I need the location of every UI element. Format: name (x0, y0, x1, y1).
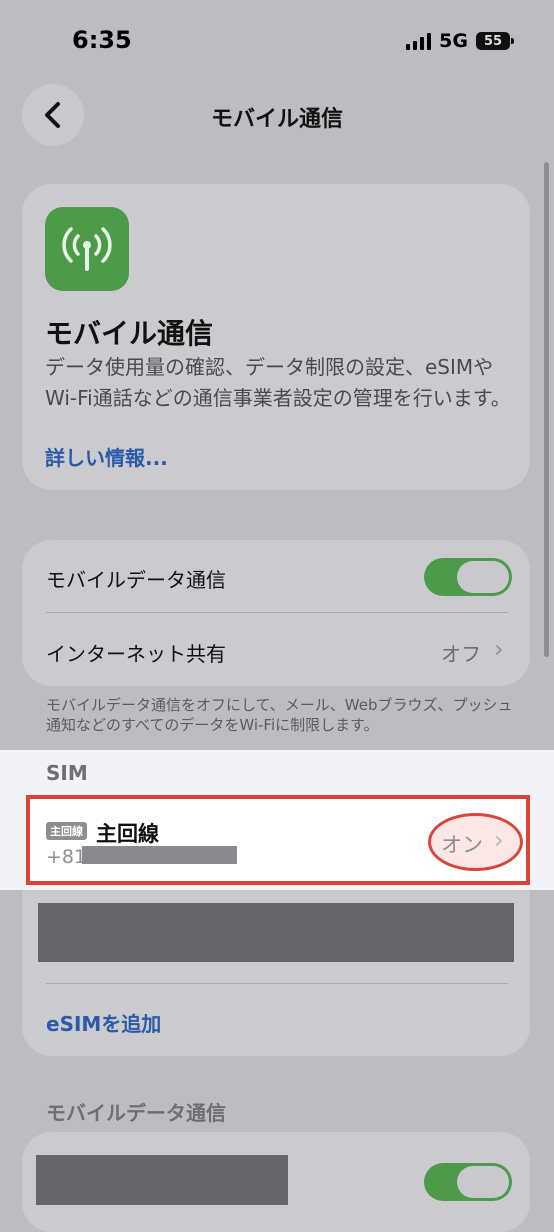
redacted-number (82, 846, 237, 864)
hotspot-label[interactable]: インターネット共有 (46, 638, 226, 667)
cellular-data-toggle[interactable] (424, 1163, 512, 1201)
chevron-right-icon: › (494, 826, 504, 854)
intro-description: データ使用量の確認、データ制限の設定、eSIMやWi-Fi通話などの通信事業者設… (45, 355, 511, 410)
redacted-row (36, 1155, 288, 1205)
chevron-right-icon: › (494, 635, 504, 663)
line-status: オン (441, 833, 483, 857)
mobile-data-section-header: モバイルデータ通信 (46, 1101, 226, 1125)
learn-more-link[interactable]: 詳しい情報... (45, 442, 168, 471)
status-indicators: 5G 55 (406, 30, 514, 52)
sim-section-header: SIM (46, 761, 88, 785)
line-badge: 主回線 (46, 822, 87, 840)
intro-title: モバイル通信 (45, 317, 214, 350)
redacted-row (38, 903, 514, 962)
hotspot-value: オフ (441, 642, 481, 666)
add-esim-button[interactable]: eSIMを追加 (46, 1008, 161, 1037)
mobile-data-footnote: モバイルデータ通信をオフにして、メール、Webブラウズ、プッシュ通知などのすべて… (46, 696, 513, 734)
network-type: 5G (439, 30, 468, 52)
line-name: 主回線 (96, 822, 159, 846)
scrollbar[interactable] (544, 162, 549, 657)
divider (46, 612, 508, 613)
cellular-signal-icon (406, 32, 432, 50)
antenna-icon (45, 207, 129, 291)
battery-icon: 55 (476, 32, 514, 50)
phone-number-prefix: +81 (46, 846, 87, 868)
status-time: 6:35 (72, 26, 132, 54)
divider (46, 983, 508, 984)
page-title: モバイル通信 (210, 107, 343, 132)
mobile-data-toggle[interactable] (424, 558, 512, 596)
mobile-data-label: モバイルデータ通信 (46, 568, 226, 592)
